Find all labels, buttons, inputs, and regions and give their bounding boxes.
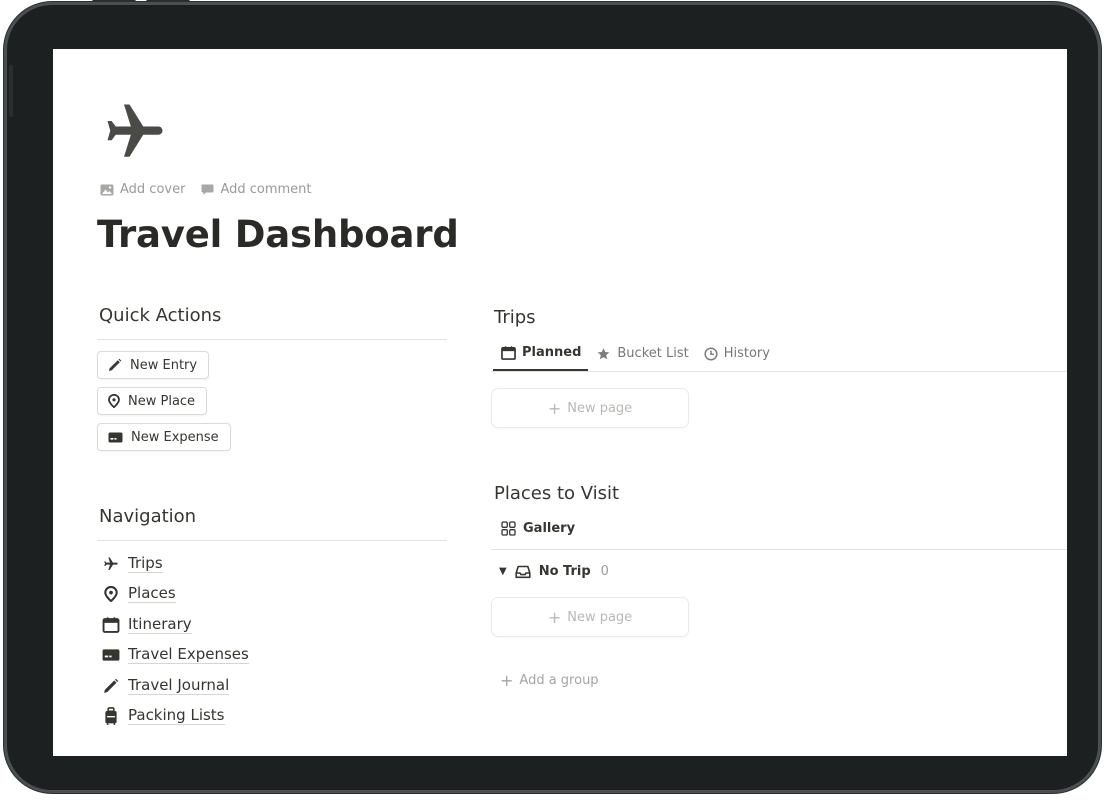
nav-item-travel-expenses[interactable]: Travel Expenses — [102, 645, 249, 664]
screen: Add cover Add comment Travel Dashboard Q… — [53, 49, 1067, 756]
quick-actions-heading: Quick Actions — [99, 305, 222, 326]
new-place-button[interactable]: New Place — [97, 387, 208, 415]
trips-tabs-divider — [491, 371, 1067, 372]
page-title[interactable]: Travel Dashboard — [97, 213, 459, 256]
inbox-icon — [515, 565, 531, 578]
tab-label: Bucket List — [617, 346, 689, 361]
clock-icon — [704, 346, 718, 361]
airplane-icon[interactable] — [101, 99, 169, 165]
nav-item-trips[interactable]: Trips — [102, 554, 163, 573]
credit-card-icon — [102, 648, 120, 661]
nav-item-label: Travel Expenses — [128, 645, 249, 664]
nav-item-places[interactable]: Places — [102, 584, 176, 603]
plus-icon: + — [500, 671, 514, 690]
nav-item-packing-lists[interactable]: Packing Lists — [102, 706, 225, 725]
tablet-frame: Add cover Add comment Travel Dashboard Q… — [4, 2, 1101, 793]
nav-item-label: Trips — [128, 554, 163, 573]
calendar-icon — [102, 616, 120, 633]
new-page-label: New page — [567, 609, 633, 625]
nav-item-label: Places — [128, 584, 176, 603]
nav-item-itinerary[interactable]: Itinerary — [102, 615, 192, 634]
group-count: 0 — [600, 564, 609, 579]
trips-new-page-button[interactable]: + New page — [491, 388, 689, 428]
new-page-label: New page — [567, 400, 633, 416]
group-label: No Trip — [538, 564, 591, 579]
group-no-trip: ▼ No Trip 0 — [499, 564, 609, 579]
add-cover-button[interactable]: Add cover — [100, 182, 185, 197]
star-icon — [598, 347, 610, 359]
new-place-label: New Place — [128, 393, 196, 409]
add-comment-label: Add comment — [220, 182, 312, 197]
tab-label: Planned — [522, 345, 582, 360]
image-icon — [100, 184, 114, 195]
tab-planned[interactable]: Planned — [493, 339, 589, 371]
places-view-divider — [491, 549, 1067, 550]
airplane-icon — [104, 556, 118, 570]
map-pin-icon — [108, 394, 120, 408]
pencil-icon — [104, 678, 119, 693]
places-heading: Places to Visit — [494, 483, 620, 504]
new-expense-label: New Expense — [131, 429, 219, 445]
view-tab-gallery[interactable]: Gallery — [501, 521, 575, 536]
navigation-divider — [97, 540, 447, 541]
calendar-icon — [501, 345, 516, 360]
plus-icon: + — [547, 607, 562, 627]
view-tab-label: Gallery — [523, 521, 576, 536]
new-entry-button[interactable]: New Entry — [97, 351, 210, 379]
new-entry-label: New Entry — [130, 357, 198, 373]
page-meta-actions: Add cover Add comment — [100, 182, 312, 197]
add-group-button[interactable]: + Add a group — [500, 671, 599, 690]
tab-label: History — [723, 346, 770, 361]
device-side-button — [9, 65, 13, 117]
tab-history[interactable]: History — [696, 339, 777, 371]
comment-icon — [201, 184, 214, 195]
gallery-icon — [501, 521, 516, 536]
add-cover-label: Add cover — [120, 182, 186, 197]
credit-card-icon — [108, 432, 123, 442]
pencil-icon — [109, 358, 122, 371]
trips-heading: Trips — [494, 307, 536, 328]
plus-icon: + — [547, 398, 562, 418]
nav-item-label: Travel Journal — [128, 676, 230, 695]
nav-item-label: Packing Lists — [128, 706, 225, 725]
places-new-page-button[interactable]: + New page — [491, 597, 689, 637]
caret-down-icon[interactable]: ▼ — [499, 566, 507, 577]
add-group-label: Add a group — [519, 673, 599, 688]
nav-item-label: Itinerary — [128, 615, 192, 634]
tab-bucket-list[interactable]: Bucket List — [588, 339, 695, 371]
quick-actions-divider — [97, 339, 447, 340]
map-pin-icon — [104, 585, 118, 602]
luggage-icon — [105, 706, 117, 725]
trips-view-tabs: Planned Bucket List History — [493, 339, 777, 371]
add-comment-button[interactable]: Add comment — [201, 182, 312, 197]
nav-item-travel-journal[interactable]: Travel Journal — [102, 676, 230, 695]
new-expense-button[interactable]: New Expense — [97, 423, 231, 451]
navigation-heading: Navigation — [99, 506, 197, 527]
